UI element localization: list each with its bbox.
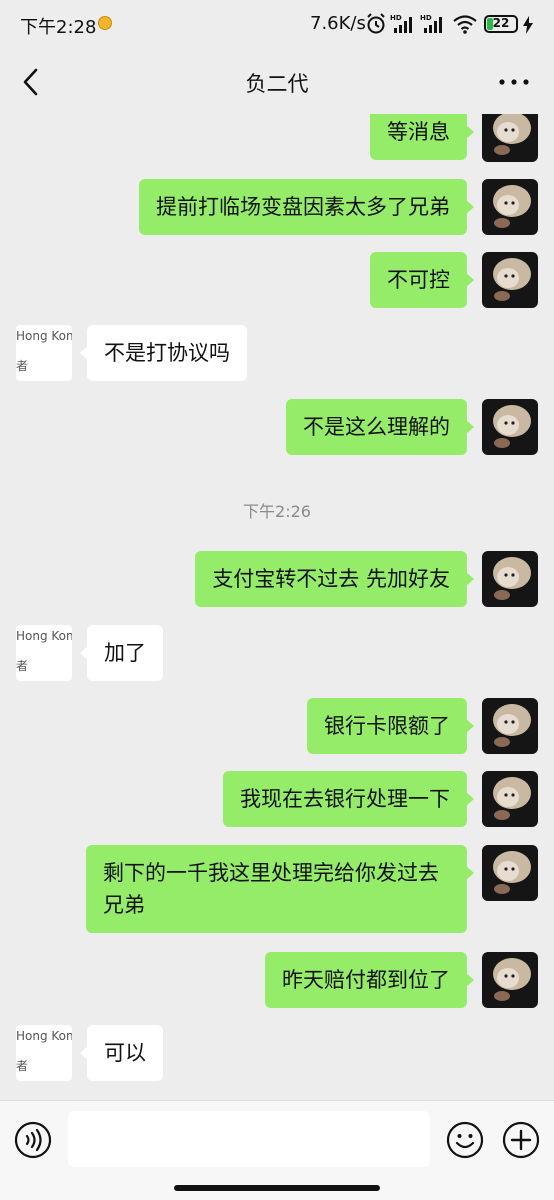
avatar[interactable]: [482, 551, 538, 607]
message-bubble[interactable]: 银行卡限额了: [307, 698, 474, 754]
avatar[interactable]: [482, 399, 538, 455]
avatar-caption: Hong Kong: [16, 1029, 72, 1043]
message-bubble[interactable]: 加了: [80, 625, 163, 681]
message-row: Hong Kong 者 加了: [0, 625, 554, 685]
avatar-image: [482, 771, 538, 827]
avatar-image: [482, 114, 538, 162]
avatar[interactable]: Hong Kong 者: [16, 625, 72, 681]
notification-icon: [98, 16, 112, 30]
svg-text:HD: HD: [420, 14, 432, 22]
wifi-icon: [453, 15, 477, 34]
battery-percentage: 22: [492, 16, 510, 30]
signal-hd-icon-2: HD: [420, 14, 442, 33]
message-row: 不可控: [0, 252, 554, 312]
avatar[interactable]: Hong Kong 者: [16, 325, 72, 381]
avatar-image: [482, 845, 538, 901]
message-row: 提前打临场变盘因素太多了兄弟: [0, 179, 554, 239]
chat-header: 负二代: [0, 50, 554, 114]
message-row: 昨天赔付都到位了: [0, 952, 554, 1012]
avatar-image: [482, 551, 538, 607]
network-speed: 7.6K/s: [310, 13, 366, 34]
message-bubble[interactable]: 不是这么理解的: [286, 399, 474, 455]
message-bubble[interactable]: 我现在去银行处理一下: [223, 771, 474, 827]
avatar[interactable]: [482, 114, 538, 162]
message-list[interactable]: 等消息 提前打临场变盘因素太多了兄弟 不可控 Hong Kon 者 不是打协议吗…: [0, 114, 554, 1100]
status-bar: 下午2:28 7.6K/s HD HD 22: [0, 0, 554, 50]
avatar[interactable]: [482, 252, 538, 308]
avatar[interactable]: [482, 952, 538, 1008]
svg-text:HD: HD: [390, 14, 402, 22]
avatar-caption-2: 者: [16, 659, 29, 673]
avatar-image: [482, 399, 538, 455]
avatar-image: [482, 252, 538, 308]
message-bubble[interactable]: 等消息: [370, 114, 474, 160]
more-dots-icon[interactable]: [496, 70, 532, 94]
message-row: 不是这么理解的: [0, 399, 554, 459]
chat-title: 负二代: [245, 72, 309, 96]
message-row: Hong Kong 者 不是打协议吗: [0, 325, 554, 385]
message-row: 银行卡限额了: [0, 698, 554, 758]
plus-icon[interactable]: [502, 1121, 540, 1159]
message-bubble[interactable]: 提前打临场变盘因素太多了兄弟: [139, 179, 474, 235]
battery-icon: 22: [484, 15, 518, 33]
emoji-icon[interactable]: [446, 1121, 484, 1159]
avatar-caption: Hong Kong: [16, 329, 72, 343]
message-bubble[interactable]: 昨天赔付都到位了: [265, 952, 474, 1008]
avatar[interactable]: Hong Kong 者: [16, 1025, 72, 1081]
avatar-image: [482, 952, 538, 1008]
charging-icon: [523, 16, 533, 34]
message-row: 等消息: [0, 114, 554, 174]
avatar-image: [482, 698, 538, 754]
message-bubble[interactable]: 不是打协议吗: [80, 325, 247, 381]
avatar[interactable]: [482, 179, 538, 235]
input-bar: [0, 1100, 554, 1200]
avatar-caption-2: 者: [16, 359, 29, 373]
avatar-caption-2: 者: [16, 1059, 29, 1073]
message-bubble[interactable]: 可以: [80, 1025, 163, 1081]
home-indicator[interactable]: [174, 1185, 380, 1191]
message-row: Hong Kong 者 可以: [0, 1025, 554, 1085]
timestamp: 下午2:26: [243, 502, 311, 521]
message-row: 我现在去银行处理一下: [0, 771, 554, 831]
avatar[interactable]: [482, 771, 538, 827]
avatar-caption: Hong Kong: [16, 629, 72, 643]
message-bubble[interactable]: 支付宝转不过去 先加好友: [195, 551, 474, 607]
avatar[interactable]: [482, 845, 538, 901]
message-row: 剩下的一千我这里处理完给你发过去兄弟: [0, 845, 554, 940]
status-time: 下午2:28: [20, 17, 97, 38]
message-bubble[interactable]: 剩下的一千我这里处理完给你发过去兄弟: [86, 845, 474, 933]
avatar[interactable]: [482, 698, 538, 754]
message-bubble[interactable]: 不可控: [370, 252, 474, 308]
message-input[interactable]: [68, 1111, 430, 1167]
voice-icon[interactable]: [14, 1121, 52, 1159]
alarm-icon: [367, 13, 385, 34]
avatar-image: [482, 179, 538, 235]
signal-hd-icon: HD: [390, 14, 412, 33]
message-row: 支付宝转不过去 先加好友: [0, 551, 554, 611]
